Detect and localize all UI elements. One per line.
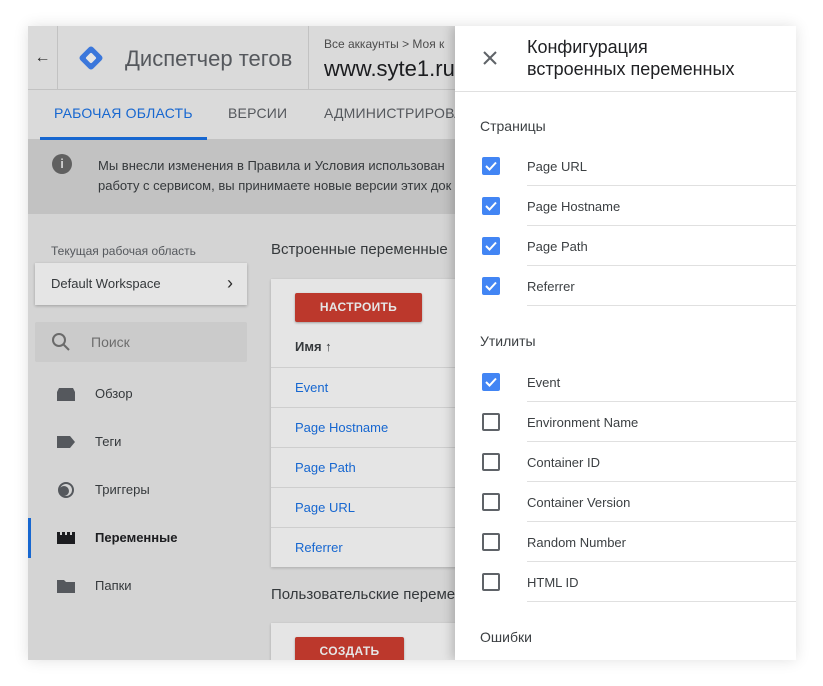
check-icon: [485, 201, 497, 211]
check-icon: [485, 161, 497, 171]
divider: [527, 305, 796, 306]
group-label-pages: Страницы: [480, 118, 546, 134]
checkbox-row[interactable]: Page Path: [455, 226, 796, 266]
checkbox-label: Referrer: [527, 279, 575, 294]
checkbox-label: Page Path: [527, 239, 588, 254]
group-label-errors: Ошибки: [480, 629, 532, 645]
check-icon: [485, 241, 497, 251]
checkbox-row[interactable]: Container Version: [455, 482, 796, 522]
checkbox-checked[interactable]: [482, 237, 500, 255]
checkbox-label: Container ID: [527, 455, 600, 470]
checkbox-row[interactable]: Random Number: [455, 522, 796, 562]
panel-title: Конфигурация встроенных переменных: [527, 36, 734, 80]
checkbox-row[interactable]: Event: [455, 362, 796, 402]
checkbox-row[interactable]: HTML ID: [455, 562, 796, 602]
checkbox-label: Page Hostname: [527, 199, 621, 214]
checkbox-checked[interactable]: [482, 157, 500, 175]
checkbox-unchecked[interactable]: [482, 453, 500, 471]
checkbox-label: Page URL: [527, 159, 587, 174]
checkbox-label: Environment Name: [527, 415, 639, 430]
checkbox-label: HTML ID: [527, 575, 579, 590]
checkbox-row[interactable]: Container ID: [455, 442, 796, 482]
checkbox-checked[interactable]: [482, 197, 500, 215]
checkbox-row[interactable]: Page URL: [455, 146, 796, 186]
checkbox-row[interactable]: Referrer: [455, 266, 796, 306]
checkbox-label: Container Version: [527, 495, 631, 510]
app-window: ← Диспетчер тегов Все аккаунты > Моя к w…: [28, 26, 796, 660]
checkbox-unchecked[interactable]: [482, 573, 500, 591]
panel-title-line-2: встроенных переменных: [527, 59, 735, 79]
checkbox-label: Event: [527, 375, 561, 390]
checkbox-unchecked[interactable]: [482, 413, 500, 431]
checkbox-checked[interactable]: [482, 277, 500, 295]
group-label-utilities: Утилиты: [480, 333, 536, 349]
panel-title-line-1: Конфигурация: [527, 37, 648, 57]
check-icon: [485, 281, 497, 291]
divider: [527, 601, 796, 602]
close-icon[interactable]: [481, 49, 499, 67]
checkbox-checked[interactable]: [482, 373, 500, 391]
builtin-variables-config-panel: Конфигурация встроенных переменных Стран…: [455, 26, 796, 660]
panel-header: Конфигурация встроенных переменных: [455, 26, 796, 92]
checkbox-row[interactable]: Environment Name: [455, 402, 796, 442]
checkbox-label: Random Number: [527, 535, 626, 550]
checkbox-unchecked[interactable]: [482, 533, 500, 551]
check-icon: [485, 377, 497, 387]
checkbox-row[interactable]: Page Hostname: [455, 186, 796, 226]
checkbox-unchecked[interactable]: [482, 493, 500, 511]
